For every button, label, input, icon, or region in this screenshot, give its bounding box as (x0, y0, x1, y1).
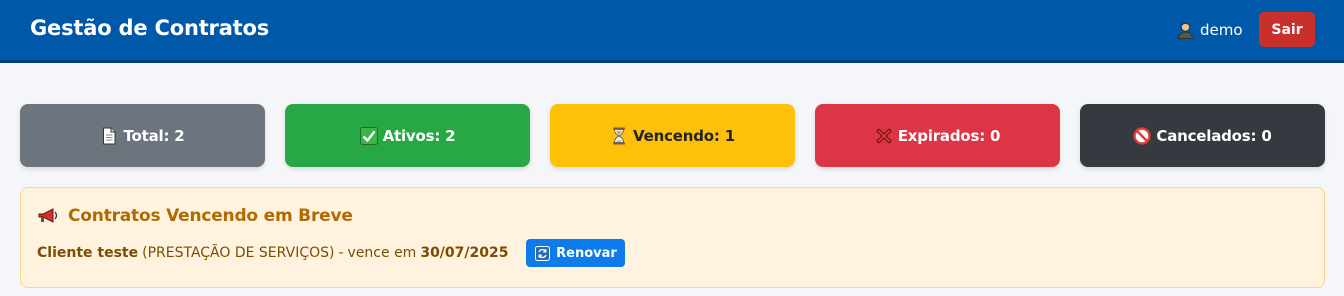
stat-cancelados-label: Cancelados: 0 (1156, 126, 1272, 145)
cross-icon (876, 127, 892, 144)
due-prefix: vence em (347, 245, 417, 261)
prohibited-icon (1133, 126, 1152, 145)
alert-title: Contratos Vencendo em Breve (37, 206, 353, 226)
alert-title-text: Contratos Vencendo em Breve (68, 206, 353, 226)
document-icon (103, 127, 116, 144)
alert-item: Cliente teste (PRESTAÇÃO DE SERVIÇOS) - … (37, 239, 626, 267)
top-header: Gestão de Contratos demo Sair (0, 0, 1344, 63)
contract-type: (PRESTAÇÃO DE SERVIÇOS) (142, 245, 335, 261)
stat-card-ativos: Ativos: 2 (285, 104, 530, 167)
stat-total-label: Total: 2 (123, 126, 185, 145)
stat-card-expirados: Expirados: 0 (815, 104, 1060, 167)
logout-button[interactable]: Sair (1259, 12, 1315, 47)
renew-button[interactable]: Renovar (526, 239, 626, 267)
separator: - (338, 245, 344, 261)
refresh-icon (535, 245, 551, 261)
renew-label: Renovar (556, 245, 617, 261)
check-icon (359, 126, 378, 145)
client-name: Cliente teste (37, 245, 139, 261)
stat-card-cancelados: Cancelados: 0 (1080, 104, 1325, 167)
user-icon (1177, 22, 1194, 39)
stat-card-total: Total: 2 (20, 104, 265, 167)
due-date: 30/07/2025 (420, 245, 509, 261)
username: demo (1200, 21, 1243, 39)
app-title: Gestão de Contratos (30, 16, 270, 40)
hourglass-icon (613, 127, 626, 144)
expiring-contracts-alert: Contratos Vencendo em Breve Cliente test… (20, 187, 1325, 288)
stat-vencendo-label: Vencendo: 1 (633, 126, 735, 145)
stat-expirados-label: Expirados: 0 (897, 126, 1001, 145)
user-info: demo (1177, 21, 1243, 39)
stat-card-vencendo: Vencendo: 1 (550, 104, 795, 167)
stat-ativos-label: Ativos: 2 (382, 126, 456, 145)
megaphone-icon (38, 208, 58, 223)
